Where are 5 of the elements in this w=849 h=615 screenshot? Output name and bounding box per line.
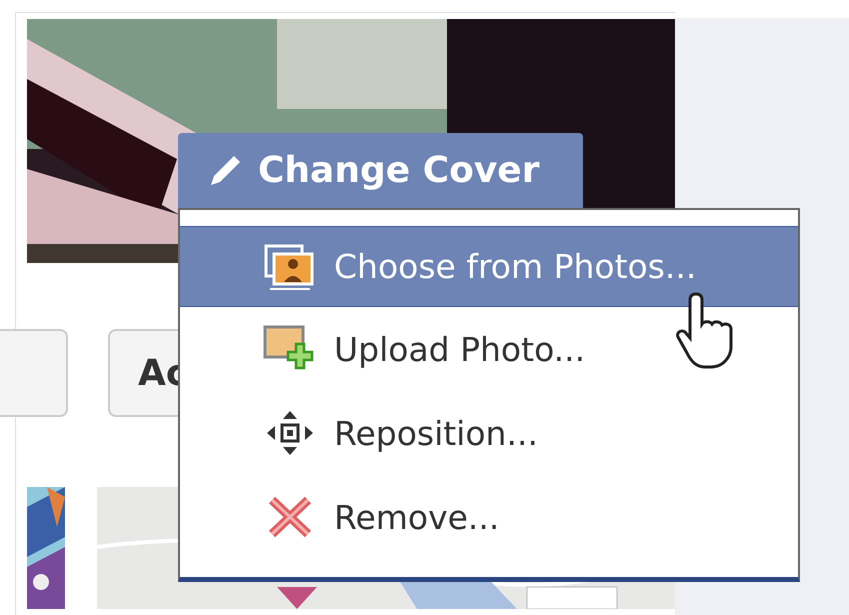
- menu-item[interactable]: Choose from Photos...: [180, 226, 798, 307]
- change-cover-button[interactable]: Change Cover: [178, 133, 583, 208]
- menu-item[interactable]: Remove...: [180, 475, 798, 559]
- pencil-icon: [208, 154, 242, 188]
- profile-button[interactable]: [0, 329, 68, 417]
